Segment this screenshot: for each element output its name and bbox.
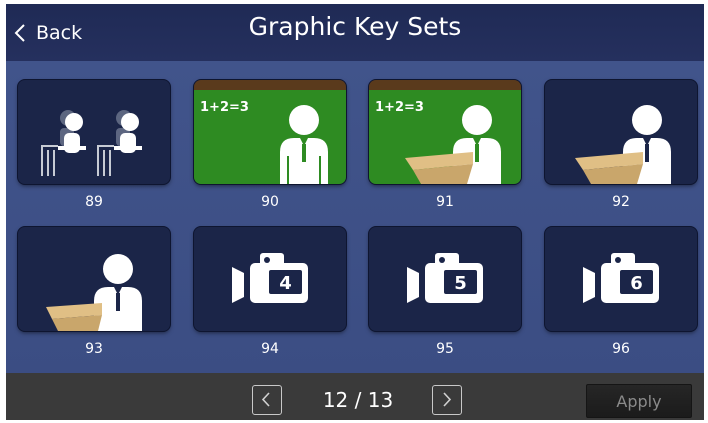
graphic-key-95[interactable]: 5 — [369, 227, 521, 331]
key-label-94: 94 — [261, 341, 279, 357]
board-text: 1+2=3 — [200, 100, 249, 115]
page-title: Graphic Key Sets — [248, 12, 462, 41]
key-label-91: 91 — [436, 194, 454, 210]
board-text: 1+2=3 — [375, 100, 424, 115]
key-label-95: 95 — [436, 341, 454, 357]
key-label-92: 92 — [612, 194, 630, 210]
key-label-96: 96 — [612, 341, 630, 357]
camera-icon: 4 — [232, 253, 308, 303]
camera-icon: 6 — [583, 253, 659, 303]
graphic-key-91[interactable]: 1+2=3 — [369, 80, 521, 184]
chevron-right-icon — [443, 392, 452, 407]
key-label-93: 93 — [85, 341, 103, 357]
graphic-key-93[interactable] — [18, 227, 170, 331]
key-label-89: 89 — [85, 194, 103, 210]
previous-page-button[interactable] — [252, 385, 282, 415]
key-grid: 89 1+2=3 90 1+2=3 91 92 93 4 94 5 95 6 9… — [6, 61, 704, 373]
speaker-podium-side-icon — [46, 254, 142, 331]
graphic-key-96[interactable]: 6 — [545, 227, 697, 331]
header: Back Graphic Key Sets — [6, 4, 704, 61]
next-page-button[interactable] — [432, 385, 462, 415]
teacher-blackboard-podium-icon: 1+2=3 — [369, 80, 521, 184]
teacher-blackboard-icon: 1+2=3 — [194, 80, 346, 184]
camera-number: 5 — [454, 273, 467, 294]
footer-bar: 12 / 13 Apply — [6, 373, 704, 420]
graphic-key-90[interactable]: 1+2=3 — [194, 80, 346, 184]
key-label-90: 90 — [261, 194, 279, 210]
graphic-key-92[interactable] — [545, 80, 697, 184]
chevron-left-icon — [261, 392, 270, 407]
camera-icon: 5 — [407, 253, 483, 303]
seated-students-icon — [41, 110, 142, 176]
graphic-key-89[interactable] — [18, 80, 170, 184]
page-indicator: 12 / 13 — [322, 388, 394, 412]
screen: Back Graphic Key Sets 89 1+2=3 90 1+2=3 … — [6, 4, 704, 420]
camera-number: 6 — [630, 273, 643, 294]
speaker-podium-icon — [575, 105, 671, 184]
apply-button[interactable]: Apply — [586, 384, 692, 418]
graphic-key-94[interactable]: 4 — [194, 227, 346, 331]
camera-number: 4 — [279, 273, 292, 294]
